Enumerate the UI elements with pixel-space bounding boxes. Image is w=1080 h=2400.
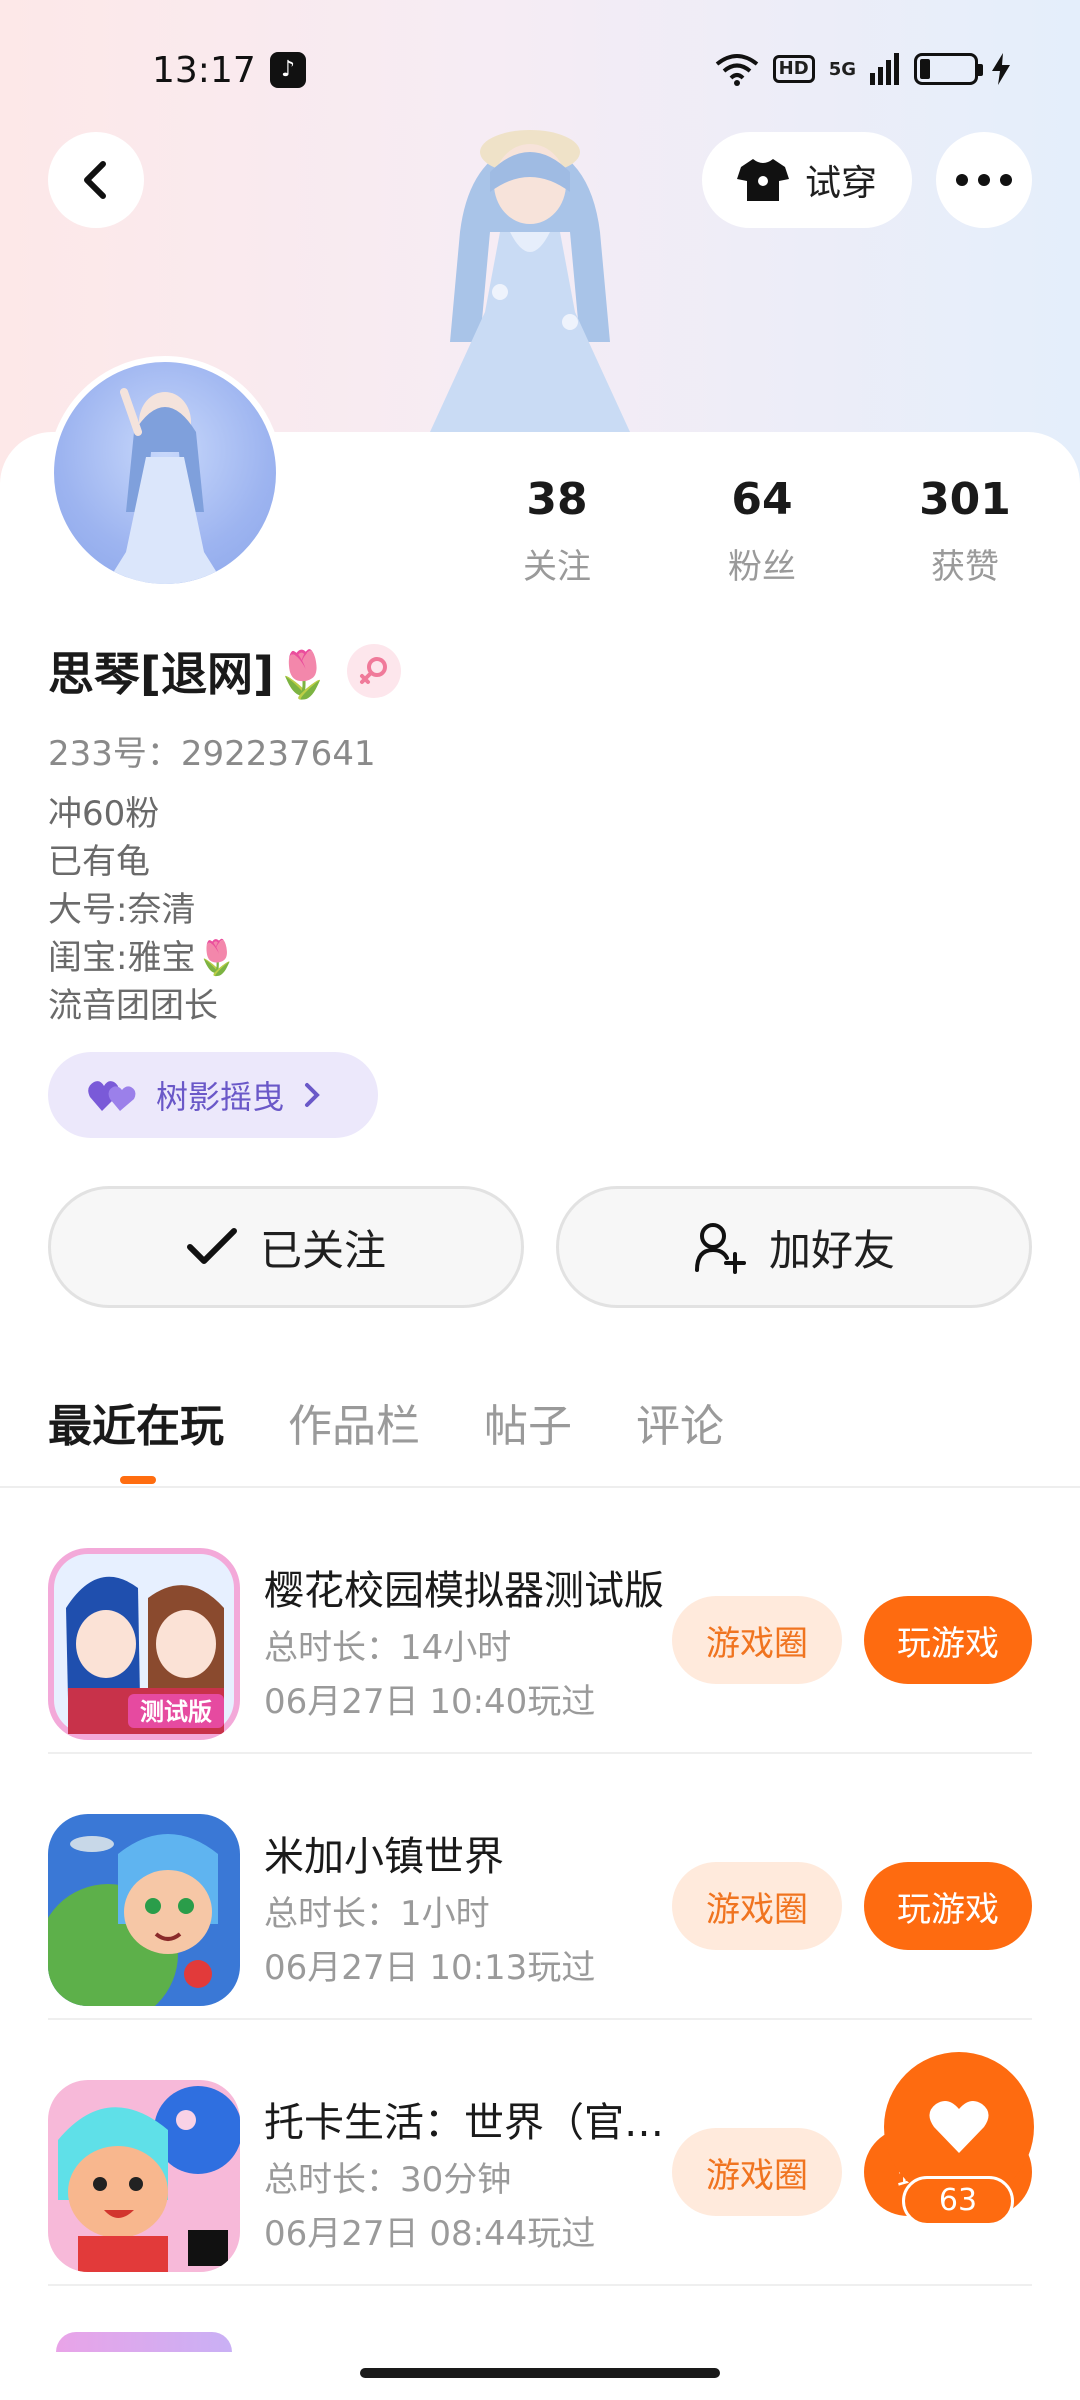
status-bar: 13:17 ♪ HD 5G — [0, 40, 1080, 104]
charging-icon — [992, 53, 1010, 85]
wifi-icon — [715, 54, 758, 86]
game-last-played: 06月27日 08:44玩过 — [264, 2214, 596, 2254]
heart-icon — [929, 2100, 989, 2153]
tab-works[interactable]: 作品栏 — [288, 1390, 420, 1454]
followed-button[interactable]: 已关注 — [48, 1186, 524, 1308]
game-circle-button[interactable]: 游戏圈 — [672, 1862, 842, 1950]
profile-tabs: 最近在玩 作品栏 帖子 评论 — [48, 1390, 724, 1454]
more-dots-icon — [956, 174, 1012, 186]
username-row: 思琴[退网]🌷 — [48, 638, 402, 704]
network-type: 5G — [828, 58, 856, 80]
game-last-played: 06月27日 10:13玩过 — [264, 1948, 596, 1988]
like-count: 63 — [902, 2176, 1014, 2226]
game-icon-partial — [56, 2332, 232, 2352]
game-duration: 总时长：30分钟 — [264, 2160, 512, 2200]
home-indicator[interactable] — [360, 2368, 720, 2378]
user-id: 233号：292237641 — [48, 734, 376, 774]
avatar-3d-figure[interactable] — [400, 112, 660, 432]
stat-fans-value: 64 — [731, 474, 793, 525]
chevron-right-icon — [305, 1083, 320, 1107]
game-icon-toca-life[interactable] — [48, 2080, 240, 2272]
battery-icon — [914, 53, 983, 85]
bio-line: 闺宝:雅宝🌷 — [48, 938, 238, 978]
game-last-played: 06月27日 10:40玩过 — [264, 1682, 596, 1722]
followed-label: 已关注 — [259, 1225, 386, 1275]
check-icon — [186, 1228, 237, 1264]
active-tab-indicator — [120, 1476, 156, 1484]
bio-line: 已有龟 — [48, 842, 150, 882]
game-circle-button[interactable]: 游戏圈 — [672, 2128, 842, 2216]
play-game-button[interactable]: 玩游戏 — [864, 1596, 1032, 1684]
stat-fans[interactable]: 64 粉丝 — [682, 474, 842, 588]
tab-posts[interactable]: 帖子 — [484, 1390, 572, 1454]
game-duration: 总时长：1小时 — [264, 1894, 490, 1934]
status-time: 13:17 — [152, 50, 256, 91]
female-gender-icon — [347, 644, 402, 698]
stat-following-value: 38 — [526, 474, 588, 525]
tab-comments[interactable]: 评论 — [636, 1390, 724, 1454]
try-on-label: 试穿 — [804, 163, 877, 204]
relationship-tag-label: 树影摇曳 — [156, 1078, 285, 1116]
game-circle-button[interactable]: 游戏圈 — [672, 1596, 842, 1684]
stat-fans-label: 粉丝 — [728, 547, 796, 587]
tiktok-notification-icon: ♪ — [270, 52, 306, 88]
game-title: 托卡生活：世界（官方版） — [264, 2100, 664, 2146]
bio-line: 流音团团长 — [48, 986, 218, 1026]
try-on-button[interactable]: 试穿 — [702, 132, 912, 228]
tab-recently-played[interactable]: 最近在玩 — [48, 1390, 224, 1454]
avatar-figure-image — [106, 388, 224, 584]
bio-line: 冲60粉 — [48, 794, 160, 834]
bio-line: 大号:奈清 — [48, 890, 196, 930]
stat-following[interactable]: 38 关注 — [477, 474, 637, 588]
more-button[interactable] — [936, 132, 1032, 228]
game-icon-miga-town[interactable] — [48, 1814, 240, 2006]
avatar[interactable] — [48, 356, 282, 590]
svg-text:测试版: 测试版 — [140, 1698, 212, 1726]
bio: 冲60粉 已有龟 大号:奈清 闺宝:雅宝🌷 流音团团长 — [48, 790, 238, 1030]
play-game-button[interactable]: 玩游戏 — [864, 1862, 1032, 1950]
stat-likes-value: 301 — [919, 474, 1011, 525]
row-divider — [48, 2284, 1032, 2286]
hd-badge: HD — [772, 55, 815, 83]
game-icon-sakura-school[interactable]: 测试版 — [48, 1548, 240, 1740]
stat-likes[interactable]: 301 获赞 — [885, 474, 1045, 588]
relationship-tag[interactable]: 树影摇曳 — [48, 1052, 378, 1138]
chevron-left-icon — [84, 161, 106, 199]
username: 思琴[退网]🌷 — [48, 647, 332, 701]
status-icons: HD 5G — [715, 52, 1010, 86]
game-duration: 总时长：14小时 — [264, 1628, 512, 1668]
double-heart-icon — [88, 1081, 136, 1111]
game-row[interactable]: 托卡生活：世界（官方版） 总时长：30分钟 06月27日 08:44玩过 游戏圈… — [48, 2020, 1032, 2286]
back-button[interactable] — [48, 132, 144, 228]
game-row[interactable]: 米加小镇世界 总时长：1小时 06月27日 10:13玩过 游戏圈 玩游戏 — [48, 1754, 1032, 2020]
game-title: 米加小镇世界 — [264, 1834, 504, 1880]
signal-icon — [870, 53, 899, 85]
stat-likes-label: 获赞 — [931, 547, 999, 587]
add-friend-button[interactable]: 加好友 — [556, 1186, 1032, 1308]
game-title: 樱花校园模拟器测试版 — [264, 1568, 664, 1614]
tshirt-icon — [736, 159, 789, 201]
stat-following-label: 关注 — [523, 547, 591, 587]
add-friend-label: 加好友 — [768, 1225, 895, 1275]
add-user-icon — [694, 1223, 746, 1274]
game-row[interactable]: 测试版 樱花校园模拟器测试版 总时长：14小时 06月27日 10:40玩过 游… — [48, 1488, 1032, 1754]
